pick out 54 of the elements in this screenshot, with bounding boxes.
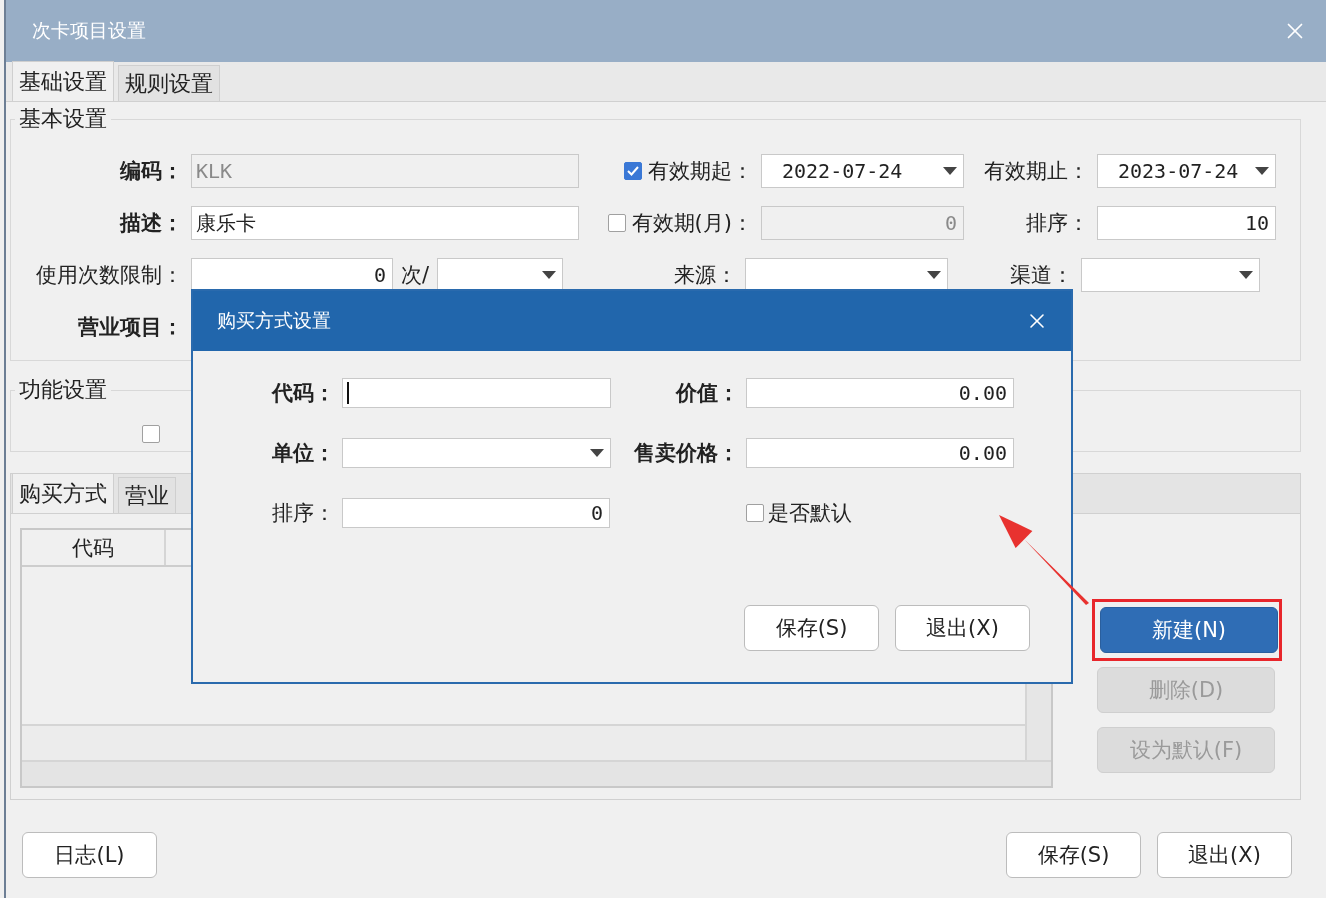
tab[interactable]: 营业 [118, 477, 176, 513]
caret-down-icon [542, 271, 557, 279]
field-label: 有效期(月)： [631, 210, 753, 237]
field-label: 排序： [272, 500, 335, 527]
field-label: 描述： [120, 210, 183, 237]
checkbox[interactable] [746, 504, 764, 522]
tab[interactable]: 基础设置 [12, 61, 114, 101]
footer-button[interactable]: 保存(S) [1006, 832, 1141, 878]
number-field[interactable]: 0 [342, 498, 610, 528]
group-title: 基本设置 [18, 105, 108, 133]
column-header: 代码 [22, 530, 166, 565]
caret-down-icon [943, 167, 957, 175]
dialog-button[interactable]: 退出(X) [895, 605, 1030, 651]
action-button[interactable]: 新建(N) [1100, 607, 1278, 653]
tab[interactable]: 规则设置 [118, 65, 220, 101]
number-field[interactable]: 10 [1097, 206, 1276, 240]
field-label: 使用次数限制： [36, 262, 183, 289]
field-label: 渠道： [1010, 262, 1074, 289]
field-label: 售卖价格： [634, 440, 739, 467]
field-label: 来源： [674, 262, 738, 289]
tab[interactable]: 购买方式 [12, 473, 114, 513]
field-label: 营业项目： [78, 314, 183, 341]
text-field[interactable]: 康乐卡 [191, 206, 579, 240]
checkbox[interactable] [142, 425, 160, 443]
number-field[interactable]: 0.00 [746, 378, 1014, 408]
text-field[interactable] [342, 378, 611, 408]
caret-down-icon [1239, 271, 1254, 279]
field-label: 单位： [272, 440, 335, 467]
unit-label: 次/ [401, 262, 430, 289]
footer-button[interactable]: 日志(L) [22, 832, 157, 878]
number-field[interactable]: 0 [191, 258, 393, 292]
dropdown[interactable] [437, 258, 564, 292]
horizontal-scrollbar[interactable] [22, 760, 1051, 786]
checkbox[interactable] [624, 162, 642, 180]
dropdown[interactable]: 2023-07-24 [1097, 154, 1276, 188]
caret-down-icon [590, 449, 604, 457]
group-title: 功能设置 [18, 376, 108, 404]
caret-down-icon [927, 271, 942, 279]
dialog-button[interactable]: 保存(S) [744, 605, 879, 651]
checkbox-label: 是否默认 [768, 500, 852, 527]
text-cursor [347, 382, 349, 404]
dropdown[interactable]: 2022-07-24 [761, 154, 964, 188]
dialog-title: 购买方式设置 [217, 308, 331, 333]
footer-button[interactable]: 退出(X) [1157, 832, 1292, 878]
field-label: 价值： [676, 380, 739, 407]
field-label: 有效期止： [984, 158, 1089, 185]
dropdown[interactable] [745, 258, 949, 292]
field-label: 代码： [272, 380, 335, 407]
caret-down-icon [1255, 167, 1269, 175]
window-title: 次卡项目设置 [32, 18, 146, 43]
number-field[interactable]: 0.00 [746, 438, 1014, 468]
field-label: 排序： [1026, 210, 1089, 237]
field-label: 编码： [120, 158, 183, 185]
field-label: 有效期起： [648, 158, 753, 185]
